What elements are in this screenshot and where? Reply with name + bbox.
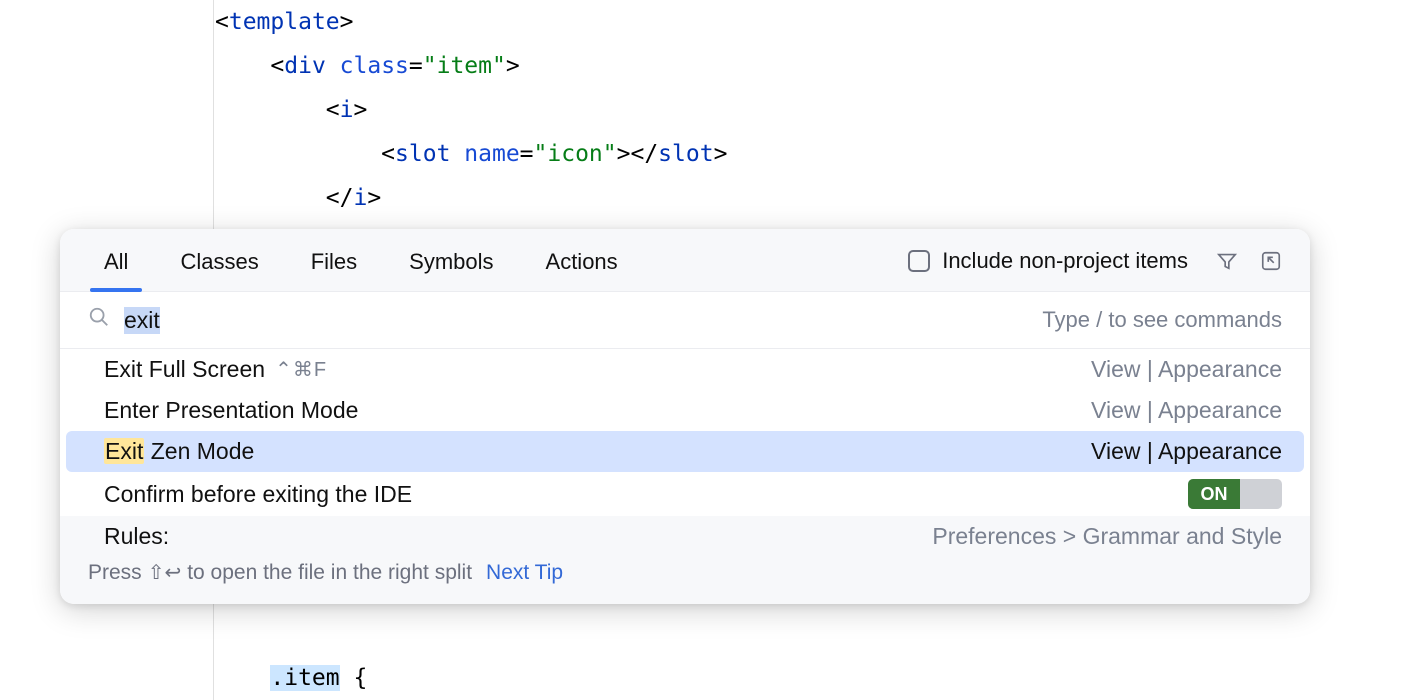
include-non-project-toggle[interactable]: Include non-project items (908, 248, 1188, 286)
results-list: Exit Full Screen⌃⌘FView | AppearanceEnte… (60, 349, 1310, 516)
hint-suffix: to open the file in the right split (187, 561, 472, 585)
result-label: Exit Zen Mode (104, 438, 254, 465)
code-line: <i> (215, 88, 1412, 132)
hint-key: ⇧↩ (148, 560, 182, 585)
code-after-popup[interactable]: .item { (215, 665, 367, 691)
code-line: <slot name="icon"></slot> (215, 132, 1412, 176)
result-row[interactable]: Confirm before exiting the IDE ON (60, 472, 1310, 516)
popup-header: AllClassesFilesSymbolsActions Include no… (60, 229, 1310, 291)
search-input[interactable] (124, 307, 1028, 334)
tab-actions[interactable]: Actions (520, 243, 644, 291)
result-row[interactable]: Exit Zen Mode View | Appearance (66, 431, 1304, 472)
toggle-on-label: ON (1188, 479, 1240, 509)
result-label: Confirm before exiting the IDE (104, 481, 412, 508)
tab-bar: AllClassesFilesSymbolsActions (78, 243, 644, 291)
next-tip-link[interactable]: Next Tip (486, 561, 563, 585)
code-editor[interactable]: <template> <div class="item"> <i> <slot … (0, 0, 1412, 220)
tab-classes[interactable]: Classes (154, 243, 284, 291)
tab-all[interactable]: All (78, 243, 154, 291)
search-hint: Type / to see commands (1042, 307, 1282, 333)
hint-prefix: Press (88, 561, 142, 585)
popup-footer: Rules: Preferences > Grammar and Style P… (60, 516, 1310, 604)
checkbox-icon[interactable] (908, 250, 930, 272)
result-path: View | Appearance (1091, 397, 1282, 424)
result-path: View | Appearance (1091, 438, 1282, 465)
footer-hint: Press ⇧↩ to open the file in the right s… (88, 556, 1282, 597)
result-path: View | Appearance (1091, 356, 1282, 383)
tab-files[interactable]: Files (285, 243, 383, 291)
filter-icon[interactable] (1216, 250, 1238, 272)
result-row[interactable]: Exit Full Screen⌃⌘F View | Appearance (60, 349, 1310, 390)
rules-label: Rules: (104, 523, 169, 550)
code-line: <div class="item"> (215, 44, 1412, 88)
open-in-window-icon[interactable] (1260, 250, 1282, 272)
result-row[interactable]: Enter Presentation Mode View | Appearance (60, 390, 1310, 431)
tab-symbols[interactable]: Symbols (383, 243, 519, 291)
result-label: Exit Full Screen⌃⌘F (104, 356, 327, 383)
toggle-switch[interactable]: ON (1188, 479, 1282, 509)
result-path: ON (1188, 479, 1282, 509)
rules-row[interactable]: Rules: Preferences > Grammar and Style (104, 523, 1282, 556)
search-everywhere-popup: AllClassesFilesSymbolsActions Include no… (60, 229, 1310, 604)
code-line: </i> (215, 176, 1412, 220)
rules-path: Preferences > Grammar and Style (932, 523, 1282, 550)
result-label: Enter Presentation Mode (104, 397, 358, 424)
search-icon (88, 306, 110, 334)
shortcut-label: ⌃⌘F (271, 357, 327, 382)
include-non-project-label: Include non-project items (942, 248, 1188, 274)
code-line: <template> (215, 0, 1412, 44)
search-row: Type / to see commands (60, 291, 1310, 349)
